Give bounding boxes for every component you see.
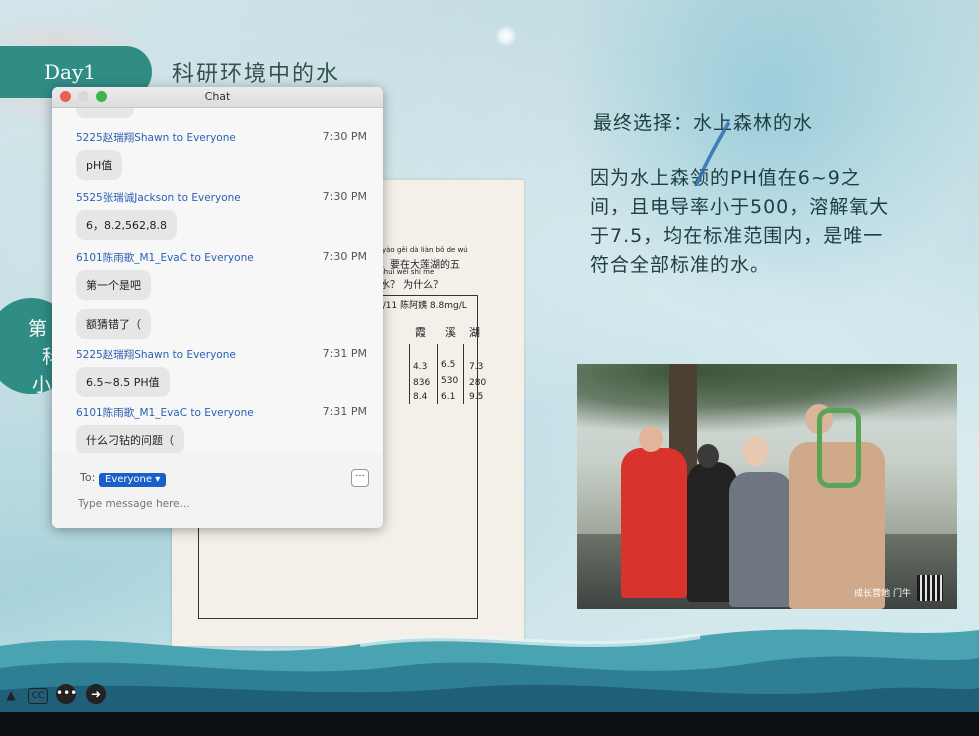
presentation-screen: Day1 科研环境中的水 第 科 小 最终选择：水上森林的水 因为水上森领的PH… — [0, 0, 979, 736]
presentation-toolbar: ▲ CC ••• ➜ — [0, 684, 140, 710]
chat-bubble-partial — [76, 108, 134, 118]
worksheet-cell: 6.5 — [441, 360, 456, 370]
chat-bubble: 6.5~8.5 PH值 — [76, 367, 170, 397]
person-head — [639, 426, 663, 452]
message-sender: 5225赵瑞翔Shawn to Everyone — [76, 130, 236, 145]
worksheet-cell: 4.3 — [413, 362, 428, 372]
recipient-value: Everyone — [105, 474, 153, 485]
worksheet-col-3: 湖 — [469, 326, 480, 339]
chat-bubble: 什么刁钻的问题（ — [76, 425, 184, 453]
worksheet-cell: 6.1 — [441, 392, 456, 402]
triangle-icon[interactable]: ▲ — [0, 684, 22, 706]
chat-window: Chat 5225赵瑞翔Shawn to Everyone 7:30 PM pH… — [52, 87, 383, 528]
sender-name: 5225赵瑞翔Shawn — [76, 349, 170, 361]
message-time: 7:30 PM — [322, 250, 367, 263]
quill-icon — [694, 120, 730, 186]
person-head — [697, 444, 719, 468]
wave-decoration — [0, 629, 979, 716]
worksheet-pinyin-2: shuǐ wèi shí me — [380, 268, 435, 276]
message-sender: 6101陈雨歌_M1_EvaC to Everyone — [76, 405, 254, 420]
more-icon[interactable]: ••• — [56, 684, 77, 704]
message-sender: 6101陈雨歌_M1_EvaC to Everyone — [76, 250, 254, 265]
sender-name: 6101陈雨歌_M1_EvaC — [76, 407, 188, 419]
message-time: 7:30 PM — [322, 190, 367, 203]
message-recipient: to Everyone — [172, 132, 236, 144]
worksheet-line-2: 水？ 为什么？ — [380, 280, 444, 291]
photo-logo-text: 成长营地 门牛 — [854, 589, 911, 599]
field-trip-photo: 成长营地 门牛 — [577, 364, 957, 609]
worksheet-cell: 530 — [441, 376, 459, 386]
message-recipient: to Everyone — [190, 407, 254, 419]
message-recipient: to Everyone — [172, 349, 236, 361]
recipient-select[interactable]: Everyone ▾ — [99, 473, 167, 487]
worksheet-cell: 836 — [413, 378, 431, 388]
message-time: 7:31 PM — [322, 347, 367, 360]
worksheet-pinyin-1: yào gěi dà liàn bǒ de wú — [382, 246, 468, 254]
message-sender: 5525张瑞诚Jackson to Everyone — [76, 190, 241, 205]
arrow-right-icon[interactable]: ➜ — [86, 684, 106, 704]
slide-title: 科研环境中的水 — [172, 62, 341, 87]
person-head — [743, 436, 769, 466]
worksheet-divider — [463, 344, 464, 404]
reason-text: 因为水上森领的PH值在6~9之间，且电导率小于500，溶解氧大于7.5，均在标准… — [590, 167, 890, 276]
worksheet-note: 5/11 陈阿姨 8.8mg/L — [377, 301, 467, 311]
circle-char-1: 第 — [28, 318, 48, 340]
to-label: To: — [80, 471, 96, 484]
person-child — [729, 472, 793, 607]
message-input[interactable] — [78, 495, 358, 513]
worksheet-cell: 280 — [469, 378, 487, 388]
worksheet-cell: 9.5 — [469, 392, 484, 402]
message-sender: 5225赵瑞翔Shawn to Everyone — [76, 347, 236, 362]
qr-code-icon — [917, 575, 943, 601]
sender-name: 6101陈雨歌_M1_EvaC — [76, 252, 188, 264]
closed-caption-icon[interactable]: CC — [28, 688, 48, 704]
chat-titlebar[interactable]: Chat — [52, 87, 383, 108]
chat-window-title: Chat — [204, 90, 231, 103]
chat-bubble: 额猜错了（ — [76, 309, 151, 339]
ceiling-light-reflection — [496, 26, 516, 46]
worksheet-divider — [437, 344, 438, 404]
worksheet-cell: 8.4 — [413, 392, 428, 402]
monitor-bezel — [0, 712, 979, 736]
sender-name: 5225赵瑞翔Shawn — [76, 132, 170, 144]
green-rope — [817, 408, 861, 488]
chat-more-button[interactable]: ··· — [351, 469, 369, 487]
person-red-coat — [621, 448, 687, 598]
chat-bubble: pH值 — [76, 150, 123, 180]
message-time: 7:30 PM — [322, 130, 367, 143]
tree-canopy — [577, 364, 957, 434]
worksheet-col-1: 霞 — [415, 326, 426, 339]
worksheet-divider — [409, 344, 410, 404]
worksheet-cell: 7.3 — [469, 362, 484, 372]
message-time: 7:31 PM — [322, 405, 367, 418]
chat-message-list[interactable]: 5225赵瑞翔Shawn to Everyone 7:30 PM pH值 552… — [52, 108, 383, 453]
chevron-down-icon: ▾ — [155, 474, 161, 485]
message-recipient: to Everyone — [190, 252, 254, 264]
circle-char-3: 小 — [32, 374, 52, 394]
chat-bubble: 6，8.2,562,8.8 — [76, 210, 177, 240]
worksheet-col-2: 溪 — [445, 326, 456, 339]
chat-bubble: 第一个是吧 — [76, 270, 151, 300]
message-recipient: to Everyone — [177, 192, 241, 204]
sender-name: 5525张瑞诚Jackson — [76, 192, 175, 204]
